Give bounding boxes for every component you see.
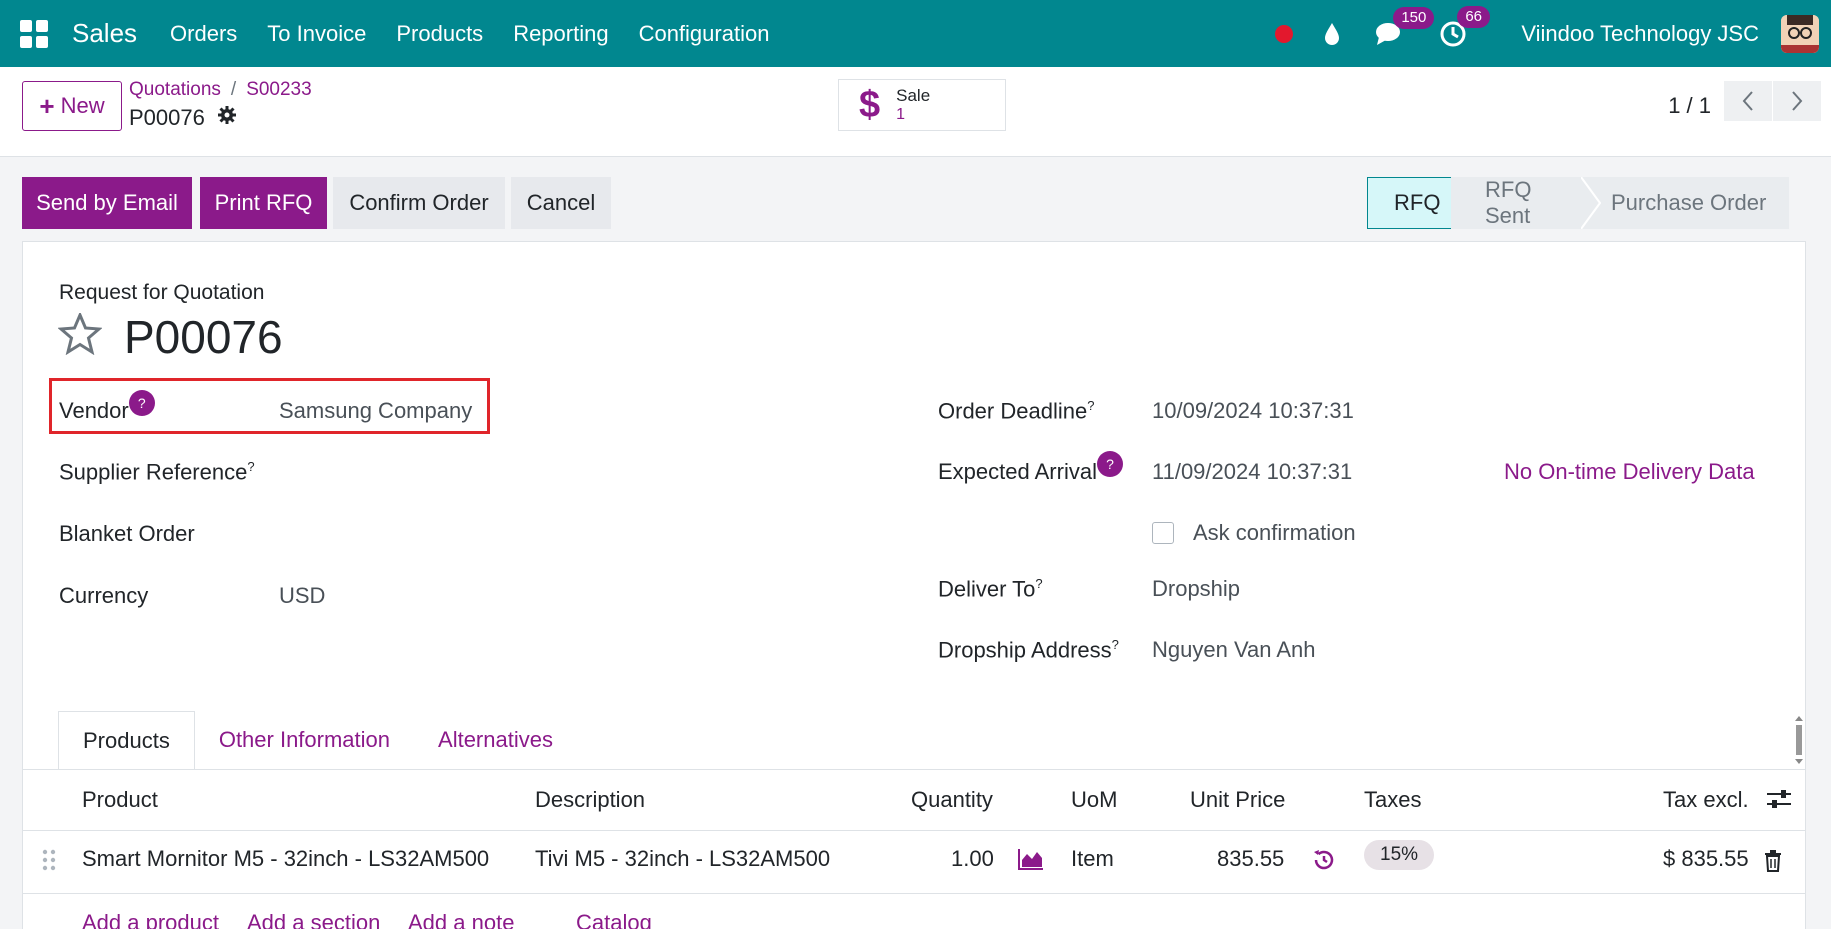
deliver-to-field[interactable]: Dropship: [1152, 576, 1240, 602]
add-note-link[interactable]: Add a note: [408, 910, 514, 929]
dropship-address-field[interactable]: Nguyen Van Anh: [1152, 637, 1316, 663]
status-arrow-icon: [1581, 177, 1601, 229]
sale-smart-label: Sale: [896, 86, 931, 105]
currency-label: Currency: [59, 583, 149, 608]
activities-badge: 66: [1457, 5, 1490, 28]
tab-divider: [22, 769, 1806, 770]
pager-previous-button[interactable]: [1724, 81, 1772, 121]
header-divider: [22, 830, 1806, 831]
messages-badge: 150: [1393, 6, 1435, 29]
column-tax-excluded[interactable]: Tax excl.: [1663, 787, 1749, 813]
record-name-text: P00076: [129, 105, 205, 130]
app-menu-icon[interactable]: [20, 19, 48, 48]
order-deadline-label: Order Deadline?: [938, 398, 1095, 424]
record-title: P00076: [124, 311, 283, 363]
drag-handle-icon[interactable]: [42, 849, 56, 876]
line-product[interactable]: Smart Mornitor M5 - 32inch - LS32AM500: [82, 846, 489, 872]
control-panel: + New Quotations / S00233 P00076 $ Sale 1 1…: [0, 67, 1831, 157]
breadcrumb: Quotations / S00233: [129, 79, 312, 100]
add-section-link[interactable]: Add a section: [247, 910, 380, 929]
status-purchase-order[interactable]: Purchase Order: [1601, 177, 1789, 229]
drop-icon[interactable]: [1323, 22, 1341, 46]
column-unit-price[interactable]: Unit Price: [1190, 787, 1285, 813]
top-navbar: Sales Orders To Invoice Products Reporti…: [0, 0, 1831, 67]
app-brand[interactable]: Sales: [72, 18, 137, 49]
star-icon[interactable]: [57, 311, 103, 360]
sale-smart-button[interactable]: $ Sale 1: [838, 79, 1006, 131]
confirm-order-button[interactable]: Confirm Order: [333, 177, 505, 229]
line-subtotal: $ 835.55: [1663, 846, 1749, 871]
expected-arrival-field[interactable]: 11/09/2024 10:37:31: [1152, 459, 1352, 485]
scrollbar[interactable]: [1792, 711, 1806, 769]
column-taxes[interactable]: Taxes: [1364, 787, 1421, 813]
status-bar: RFQ RFQ Sent Purchase Order: [1367, 177, 1789, 229]
menu-products[interactable]: Products: [381, 21, 498, 47]
menu-to-invoice[interactable]: To Invoice: [252, 21, 381, 47]
line-uom[interactable]: Item: [1071, 846, 1114, 872]
history-icon[interactable]: [1312, 848, 1336, 877]
activities-icon[interactable]: 66: [1439, 5, 1490, 48]
line-unit-price[interactable]: 835.55: [1217, 846, 1284, 872]
column-description[interactable]: Description: [535, 787, 645, 813]
tab-alternatives[interactable]: Alternatives: [414, 711, 577, 769]
record-name: P00076: [129, 105, 237, 131]
menu-orders[interactable]: Orders: [155, 21, 252, 47]
column-product[interactable]: Product: [82, 787, 158, 813]
order-deadline-field[interactable]: 10/09/2024 10:37:31: [1152, 398, 1354, 424]
recording-indicator-icon[interactable]: [1275, 24, 1294, 43]
company-switcher[interactable]: Viindoo Technology JSC: [1521, 21, 1759, 47]
gear-icon[interactable]: [217, 105, 237, 131]
new-button[interactable]: + New: [22, 81, 122, 131]
dollar-icon: $: [859, 83, 881, 126]
column-settings-icon[interactable]: [1766, 788, 1792, 815]
notebook-tabs: Products Other Information Alternatives: [58, 711, 577, 770]
tax-badge[interactable]: 15%: [1364, 840, 1435, 870]
supplier-reference-label: Supplier Reference?: [59, 459, 255, 485]
pager-next-button[interactable]: [1773, 81, 1821, 121]
print-rfq-button[interactable]: Print RFQ: [200, 177, 327, 229]
tab-products[interactable]: Products: [58, 711, 195, 770]
ask-confirmation-checkbox[interactable]: [1152, 522, 1174, 544]
status-rfq[interactable]: RFQ: [1367, 177, 1452, 229]
line-quantity[interactable]: 1.00: [951, 846, 994, 872]
tab-other-information[interactable]: Other Information: [195, 711, 414, 769]
action-bar: Send by Email Print RFQ Confirm Order Ca…: [0, 157, 1831, 242]
currency-field[interactable]: USD: [279, 583, 325, 609]
row-divider: [22, 893, 1806, 894]
send-by-email-button[interactable]: Send by Email: [22, 177, 192, 229]
form-subtitle: Request for Quotation: [59, 281, 265, 304]
dropship-address-label: Dropship Address?: [938, 637, 1119, 663]
messages-icon[interactable]: 150: [1375, 6, 1435, 47]
blanket-order-label: Blanket Order: [59, 521, 195, 546]
help-icon[interactable]: ?: [128, 390, 155, 416]
help-icon[interactable]: ?: [1096, 451, 1123, 477]
cancel-button[interactable]: Cancel: [511, 177, 611, 229]
column-quantity[interactable]: Quantity: [911, 787, 993, 813]
ask-confirmation-label: Ask confirmation: [1193, 520, 1356, 545]
new-button-label: New: [60, 93, 105, 118]
forecast-chart-icon[interactable]: [1018, 848, 1044, 875]
trash-icon[interactable]: [1764, 850, 1782, 877]
menu-configuration[interactable]: Configuration: [624, 21, 785, 47]
column-uom[interactable]: UoM: [1071, 787, 1117, 813]
vendor-label: Vendor?: [59, 390, 155, 424]
on-time-delivery-link[interactable]: No On-time Delivery Data: [1504, 459, 1755, 485]
vendor-field[interactable]: Samsung Company: [279, 398, 472, 424]
pager-value[interactable]: 1 / 1: [1668, 93, 1711, 119]
sale-smart-count: 1: [896, 106, 906, 123]
breadcrumb-quotations[interactable]: Quotations: [129, 79, 221, 100]
catalog-link[interactable]: Catalog: [576, 910, 652, 929]
status-rfq-sent[interactable]: RFQ Sent: [1451, 177, 1581, 229]
line-description[interactable]: Tivi M5 - 32inch - LS32AM500: [535, 846, 830, 872]
expected-arrival-label: Expected Arrival?: [938, 451, 1123, 485]
add-product-link[interactable]: Add a product: [82, 910, 219, 929]
user-avatar[interactable]: [1781, 14, 1819, 53]
menu-reporting[interactable]: Reporting: [498, 21, 623, 47]
breadcrumb-sale-order[interactable]: S00233: [246, 79, 312, 100]
deliver-to-label: Deliver To?: [938, 576, 1043, 602]
